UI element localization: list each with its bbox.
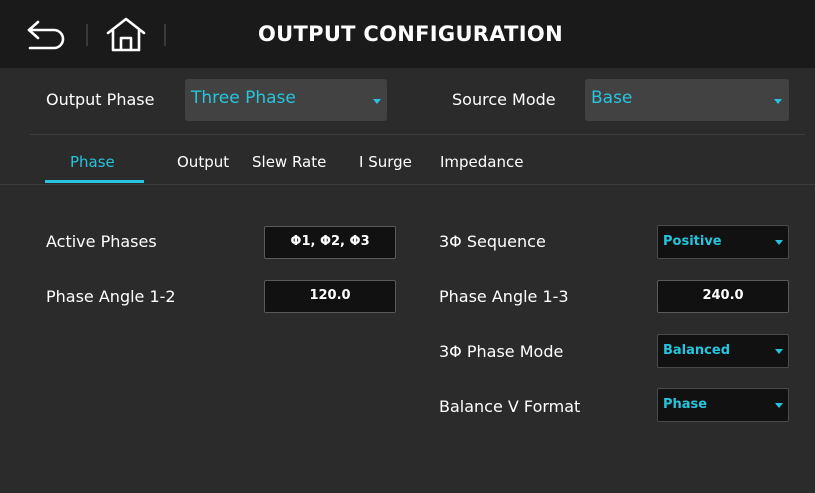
back-button[interactable] bbox=[24, 18, 72, 52]
phase-mode-value: Balanced bbox=[663, 343, 730, 358]
active-phases-label: Active Phases bbox=[46, 232, 157, 251]
active-phases-field[interactable]: Φ1, Φ2, Φ3 bbox=[264, 226, 396, 259]
sequence-label: 3Φ Sequence bbox=[439, 232, 546, 251]
sequence-select[interactable]: Positive bbox=[657, 225, 789, 259]
title-bar: OUTPUT CONFIGURATION bbox=[0, 0, 815, 68]
phase-angle-13-field[interactable]: 240.0 bbox=[657, 280, 789, 313]
header-divider bbox=[164, 24, 166, 46]
header-divider bbox=[86, 24, 88, 46]
output-phase-value: Three Phase bbox=[191, 88, 296, 108]
phase-angle-12-label: Phase Angle 1-2 bbox=[46, 287, 176, 306]
balance-format-label: Balance V Format bbox=[439, 397, 581, 416]
tab-i-surge[interactable]: I Surge bbox=[359, 153, 412, 171]
active-tab-indicator bbox=[45, 180, 144, 183]
phase-mode-label: 3Φ Phase Mode bbox=[439, 342, 564, 361]
sequence-value: Positive bbox=[663, 234, 722, 249]
chevron-down-icon bbox=[775, 403, 783, 408]
output-phase-select[interactable]: Three Phase bbox=[185, 79, 387, 121]
back-arrow-icon bbox=[27, 20, 65, 50]
phase-angle-12-field[interactable]: 120.0 bbox=[264, 280, 396, 313]
source-mode-select[interactable]: Base bbox=[585, 79, 789, 121]
tab-phase[interactable]: Phase bbox=[70, 153, 115, 171]
tab-output[interactable]: Output bbox=[177, 153, 229, 171]
source-mode-label: Source Mode bbox=[452, 90, 556, 109]
source-mode-value: Base bbox=[591, 88, 633, 108]
balance-format-value: Phase bbox=[663, 397, 708, 412]
phase-mode-select[interactable]: Balanced bbox=[657, 334, 789, 368]
page-title: OUTPUT CONFIGURATION bbox=[258, 22, 563, 46]
chevron-down-icon bbox=[775, 240, 783, 245]
divider bbox=[30, 134, 805, 135]
tab-impedance[interactable]: Impedance bbox=[440, 153, 523, 171]
home-icon bbox=[106, 17, 146, 52]
home-button[interactable] bbox=[102, 16, 150, 54]
chevron-down-icon bbox=[775, 349, 783, 354]
balance-format-select[interactable]: Phase bbox=[657, 388, 789, 422]
phase-angle-13-label: Phase Angle 1-3 bbox=[439, 287, 569, 306]
chevron-down-icon bbox=[774, 99, 782, 104]
output-phase-label: Output Phase bbox=[46, 90, 155, 109]
divider bbox=[0, 184, 815, 185]
chevron-down-icon bbox=[373, 99, 381, 104]
tab-slew-rate[interactable]: Slew Rate bbox=[252, 153, 326, 171]
